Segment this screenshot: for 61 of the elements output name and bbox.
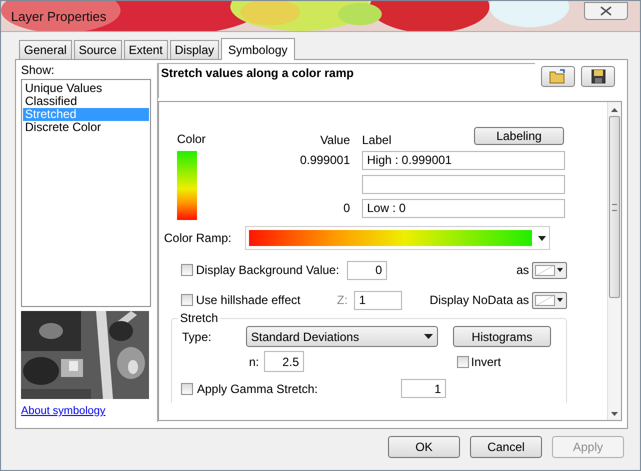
labeling-button[interactable]: Labeling xyxy=(474,127,564,145)
save-button[interactable] xyxy=(581,66,615,87)
dropdown-arrow-icon xyxy=(557,298,563,302)
label-field[interactable]: Low : 0 xyxy=(362,198,565,218)
value-text: 0 xyxy=(343,201,350,215)
renderer-title: Stretch values along a color ramp xyxy=(160,65,355,80)
checkbox[interactable] xyxy=(181,382,193,394)
symbol-dropdown[interactable] xyxy=(532,262,567,278)
dialog-button[interactable]: Cancel xyxy=(470,436,542,458)
label-field[interactable] xyxy=(362,174,565,194)
tab[interactable]: Symbology xyxy=(221,38,294,60)
dialog-button[interactable]: OK xyxy=(388,436,460,458)
list-item[interactable]: Classified xyxy=(23,95,149,108)
checkbox[interactable] xyxy=(181,264,193,276)
histograms-button[interactable]: Histograms xyxy=(453,326,551,347)
type-dropdown[interactable]: Standard Deviations xyxy=(246,326,438,347)
color-ramp-dropdown[interactable] xyxy=(245,226,550,250)
value-text: 0.999001 xyxy=(300,153,350,167)
window-title: Layer Properties xyxy=(11,8,106,24)
as-label: as xyxy=(516,263,529,277)
dropdown-arrow-icon xyxy=(557,268,563,272)
tab[interactable]: General xyxy=(19,40,72,59)
value-header: Value xyxy=(319,133,350,147)
hillshade-label: Use hillshade effect xyxy=(196,293,302,307)
n-label: n: xyxy=(249,354,260,368)
list-item[interactable]: Unique Values xyxy=(23,82,149,95)
gamma-label: Apply Gamma Stretch: xyxy=(197,382,319,396)
open-button[interactable] xyxy=(541,66,575,87)
z-label: Z: xyxy=(337,293,349,307)
checkbox[interactable] xyxy=(456,356,469,368)
invert-label: Invert xyxy=(470,354,501,368)
color-ramp-swatch xyxy=(177,151,197,220)
dropdown-arrow-icon xyxy=(538,236,546,240)
label-field[interactable]: High : 0.999001 xyxy=(362,150,565,170)
tab[interactable]: Source xyxy=(74,40,122,59)
stretch-title: Stretch xyxy=(178,311,220,325)
z-field[interactable]: 1 xyxy=(354,290,402,310)
tab[interactable]: Extent xyxy=(124,40,168,59)
background-value-label: Display Background Value: xyxy=(196,263,340,277)
folder-icon xyxy=(549,69,567,84)
dropdown-arrow-icon xyxy=(424,334,433,339)
close-icon xyxy=(600,6,612,16)
type-label: Type: xyxy=(182,330,212,344)
scroll-up-icon[interactable] xyxy=(611,108,618,112)
color-header: Color xyxy=(177,132,207,146)
n-field[interactable]: 2.5 xyxy=(264,351,304,372)
floppy-icon xyxy=(590,69,606,84)
background-value-field[interactable]: 0 xyxy=(347,260,387,280)
checkbox[interactable] xyxy=(181,294,193,306)
nodata-label: Display NoData as xyxy=(430,293,529,307)
about-symbology-link[interactable]: About symbology xyxy=(21,405,151,417)
show-label: Show: xyxy=(21,63,56,77)
gamma-field[interactable]: 1 xyxy=(401,379,446,398)
list-item[interactable]: Discrete Color xyxy=(23,121,149,134)
tab[interactable]: Display xyxy=(170,40,220,59)
label-header: Label xyxy=(362,133,392,147)
scroll-down-icon[interactable] xyxy=(611,412,618,416)
symbol-dropdown[interactable] xyxy=(532,292,567,308)
close-button[interactable] xyxy=(584,2,628,20)
color-ramp-label: Color Ramp: xyxy=(164,231,232,245)
scrollbar[interactable] xyxy=(607,102,621,420)
